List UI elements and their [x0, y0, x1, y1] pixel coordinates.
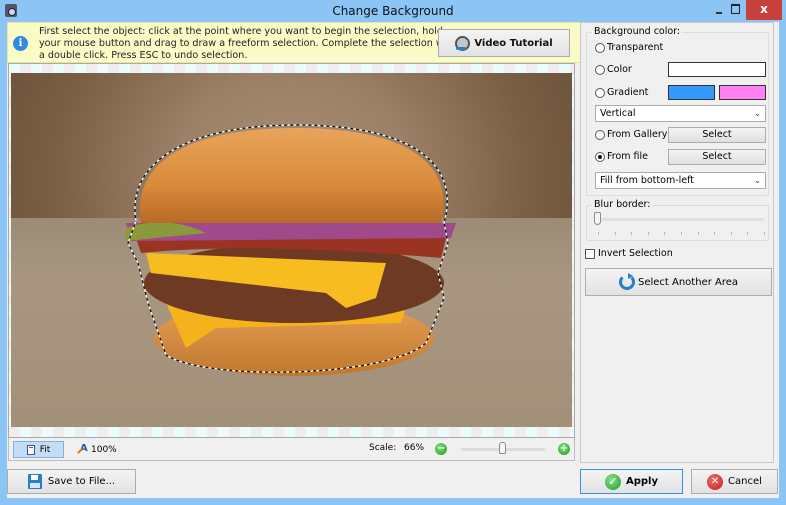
slider-tick — [730, 232, 732, 235]
radio-label: From Gallery — [607, 129, 668, 140]
cancel-icon: ✕ — [707, 473, 724, 490]
radio-circle[interactable] — [595, 87, 605, 98]
radio-color[interactable]: Color — [595, 64, 632, 75]
color-swatch[interactable] — [668, 62, 766, 77]
minimize-button[interactable] — [712, 0, 728, 20]
burger-image — [126, 124, 456, 376]
slider-tick — [631, 232, 633, 235]
slider-tick — [697, 232, 699, 235]
radio-from-file[interactable]: From file — [595, 151, 648, 162]
chevron-down-icon: ⌄ — [754, 109, 761, 118]
gradient-direction-value: Vertical — [600, 108, 636, 119]
window-title: Change Background — [332, 4, 454, 18]
dialog-client: i First select the object: click at the … — [7, 22, 779, 498]
burger-photo[interactable] — [11, 73, 572, 427]
invert-selection-checkbox[interactable]: Invert Selection — [585, 248, 673, 259]
canvas-status-bar: Fit 100% Scale: 66% − + — [8, 438, 575, 461]
background-color-title: Background color: — [592, 26, 683, 37]
scale-value: 66% — [404, 443, 425, 453]
maximize-button[interactable] — [728, 0, 744, 20]
plus-icon: + — [559, 443, 569, 454]
zoom-100-button[interactable]: 100% — [77, 442, 117, 457]
video-tutorial-button[interactable]: Video Tutorial — [438, 29, 570, 57]
slider-tick — [647, 232, 649, 235]
slider-tick — [714, 232, 716, 235]
slider-tick — [747, 232, 749, 235]
gradient-start-swatch[interactable] — [668, 85, 715, 100]
close-button[interactable]: x — [746, 0, 782, 20]
radio-circle[interactable] — [595, 42, 605, 53]
radio-circle-checked[interactable] — [595, 151, 605, 162]
radio-circle[interactable] — [595, 64, 605, 75]
zoom-out-button[interactable]: − — [435, 443, 447, 455]
title-bar[interactable]: Change Background x — [0, 0, 786, 22]
select-another-area-label: Select Another Area — [637, 276, 739, 288]
radio-from-gallery[interactable]: From Gallery — [595, 129, 667, 140]
minus-icon: − — [436, 443, 446, 454]
blur-slider-thumb[interactable] — [594, 212, 601, 225]
fit-label: Fit — [39, 444, 51, 455]
radio-label: Transparent — [607, 42, 664, 53]
change-background-window: Change Background x i First select the o… — [0, 0, 786, 505]
zoom-100-label: 100% — [91, 444, 117, 455]
info-icon: i — [13, 36, 28, 51]
blur-border-group: Blur border: — [586, 199, 769, 241]
slider-tick — [598, 232, 599, 235]
fit-button[interactable]: Fit — [13, 441, 64, 458]
fill-mode-select[interactable]: Fill from bottom-left ⌄ — [595, 172, 766, 189]
radio-transparent[interactable]: Transparent — [595, 42, 663, 53]
gallery-select-button[interactable]: Select — [668, 127, 766, 143]
instruction-text: First select the object: click at the po… — [39, 26, 457, 61]
checkbox-box[interactable] — [585, 248, 595, 259]
instruction-bar: i First select the object: click at the … — [7, 22, 582, 63]
slider-tick — [764, 232, 765, 235]
slider-tick — [681, 232, 682, 235]
cancel-label: Cancel — [728, 476, 762, 487]
background-color-group: Background color: Transparent Color Grad… — [586, 26, 769, 196]
scale-label: Scale: — [369, 443, 397, 453]
radio-circle[interactable] — [595, 129, 605, 140]
cancel-button[interactable]: ✕ Cancel — [691, 469, 778, 494]
close-icon: x — [760, 2, 768, 16]
radio-label: Gradient — [607, 87, 649, 98]
settings-panel: Background color: Transparent Color Grad… — [580, 22, 774, 463]
slider-tick — [664, 232, 666, 235]
actual-size-icon — [77, 443, 88, 456]
slider-tick — [614, 232, 616, 235]
webcam-icon — [455, 35, 471, 51]
checkmark-icon: ✓ — [604, 473, 621, 490]
radio-gradient[interactable]: Gradient — [595, 87, 648, 98]
file-select-button[interactable]: Select — [668, 149, 766, 165]
select-another-area-button[interactable]: Select Another Area — [585, 268, 772, 296]
zoom-in-button[interactable]: + — [558, 443, 570, 455]
gradient-end-swatch[interactable] — [719, 85, 766, 100]
save-to-file-button[interactable]: Save to File... — [7, 469, 136, 494]
save-label: Save to File... — [47, 476, 116, 487]
scale-slider-thumb[interactable] — [499, 442, 506, 454]
gradient-direction-select[interactable]: Vertical ⌄ — [595, 105, 766, 122]
blur-slider-track[interactable] — [596, 218, 764, 221]
blur-border-title: Blur border: — [592, 199, 653, 210]
apply-label: Apply — [625, 476, 658, 487]
apply-button[interactable]: ✓ Apply — [580, 469, 683, 494]
radio-label: From file — [607, 151, 649, 162]
floppy-disk-icon — [27, 474, 42, 489]
video-tutorial-label: Video Tutorial — [474, 37, 553, 49]
top-bun — [139, 128, 444, 223]
fit-icon — [26, 444, 35, 455]
refresh-icon — [618, 273, 635, 290]
chevron-down-icon: ⌄ — [754, 176, 761, 185]
invert-selection-label: Invert Selection — [598, 248, 673, 259]
fill-mode-value: Fill from bottom-left — [600, 175, 695, 186]
radio-label: Color — [607, 64, 632, 75]
image-canvas[interactable] — [8, 63, 575, 438]
